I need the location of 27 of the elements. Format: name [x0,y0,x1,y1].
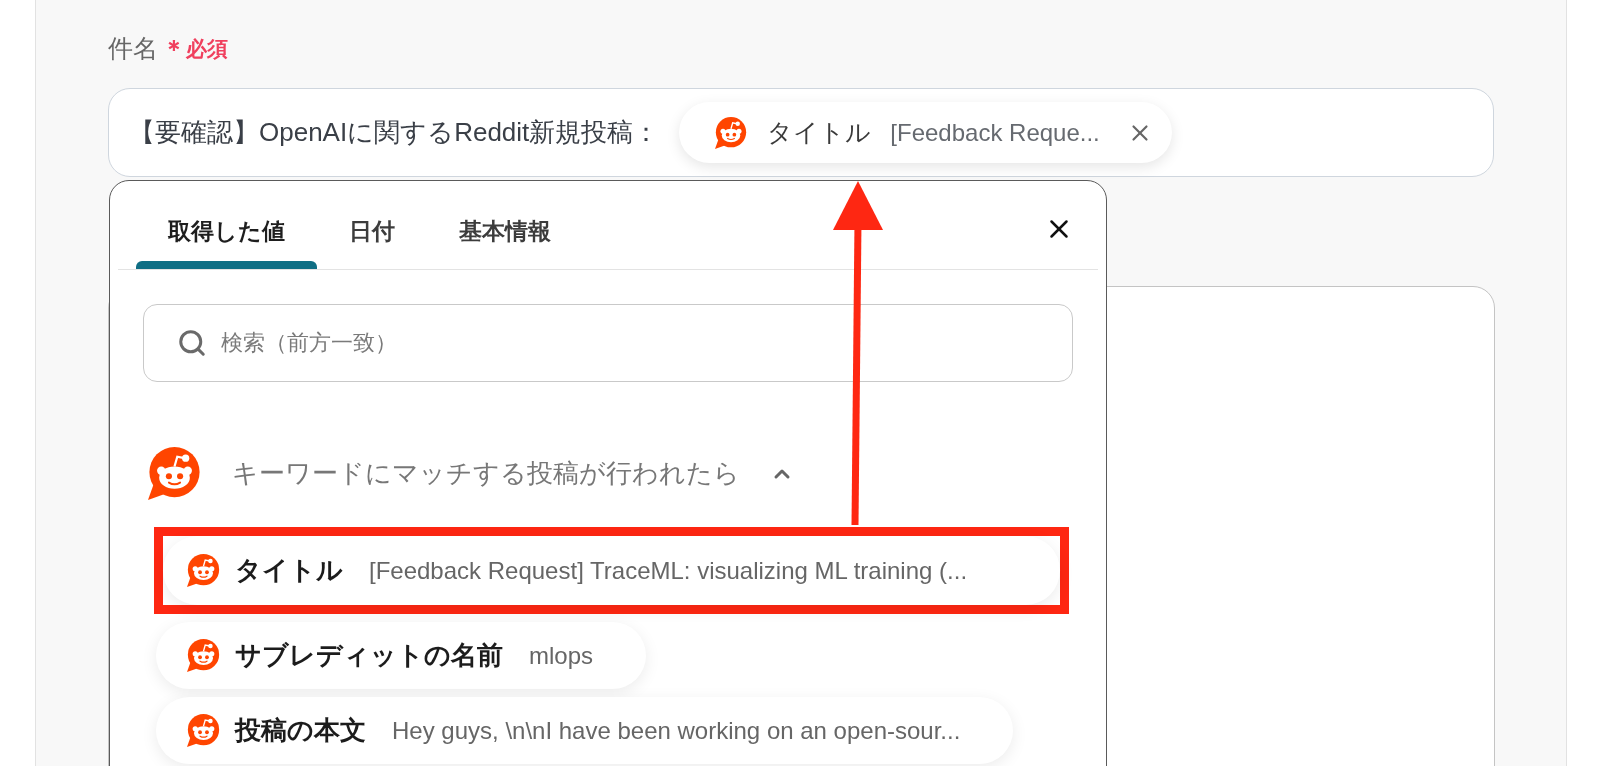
search-icon [177,328,207,358]
group-title: キーワードにマッチする投稿が行われたら [232,457,740,490]
option-value: [Feedback Request] TraceML: visualizing ML training (... [369,555,968,586]
option-value: Hey guys, \n\nI have been working on an open-sour... [392,715,961,746]
required-mark: ＊ [162,34,186,64]
subject-field[interactable]: 【要確認】OpenAIに関するReddit新規投稿： タイトル [Feedback Reque... [108,88,1494,177]
tab[interactable]: 取得した値 [136,181,317,269]
field-label: 件名 [108,33,158,65]
chip-value: [Feedback Reque... [890,117,1100,148]
alien-chat-icon [715,116,748,149]
alien-chat-icon [187,554,220,587]
option-label: サブレディットの名前 [235,639,503,672]
variable-option[interactable]: タイトル [Feedback Request] TraceML: visualizing ML training (... [163,536,1060,605]
chip-label: タイトル [767,116,872,148]
option-label: 投稿の本文 [235,714,366,747]
alien-chat-icon [148,447,201,500]
tab[interactable]: 基本情報 [427,181,583,269]
tab[interactable]: 日付 [317,181,427,269]
alien-chat-icon [187,639,220,672]
option-value: mlops [529,640,594,671]
subject-text: 【要確認】OpenAIに関するReddit新規投稿： [129,116,660,149]
search-field[interactable]: 検索（前方一致） [143,304,1073,382]
option-label: タイトル [235,554,343,587]
variable-option[interactable]: 投稿の本文 Hey guys, \n\nI have been working on an open-sour... [156,697,1014,764]
required-text: 必須 [186,36,228,63]
variable-option[interactable]: サブレディットの名前 mlops [156,622,647,689]
alien-chat-icon [187,714,220,747]
